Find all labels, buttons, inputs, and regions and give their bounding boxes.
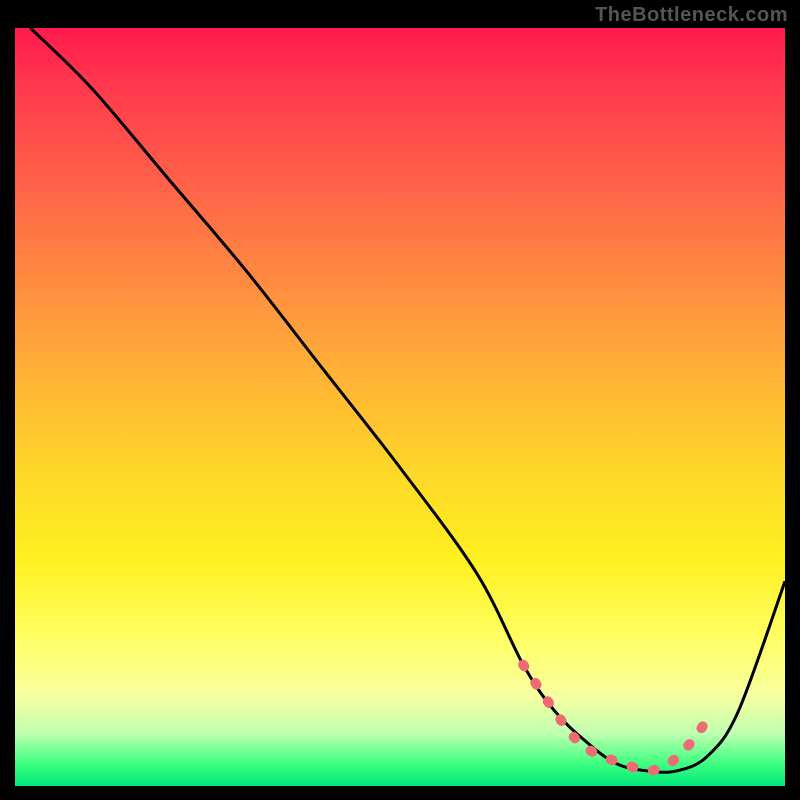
watermark-text: TheBottleneck.com [595,4,788,27]
bottleneck-curve [30,28,785,772]
curve-svg [15,28,785,786]
chart-stage: TheBottleneck.com [0,0,800,800]
optimal-zone-dots [523,665,708,771]
gradient-plot-area [15,28,785,786]
